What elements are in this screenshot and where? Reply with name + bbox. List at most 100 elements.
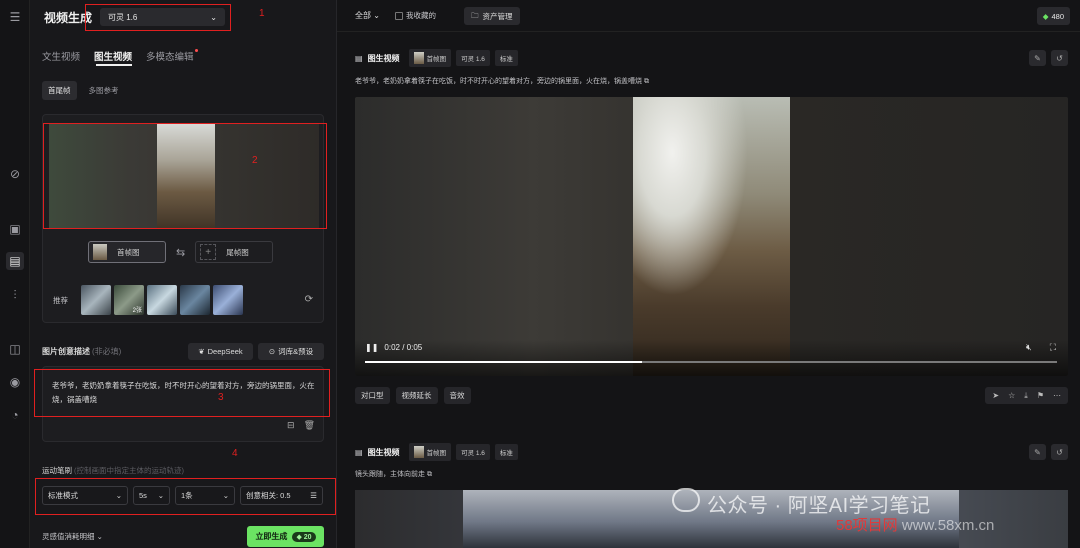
optional-hint: (非必填) xyxy=(92,347,122,356)
prompt-tools: ⊟ 🗑 xyxy=(287,420,315,431)
first-frame-thumbnail xyxy=(93,244,107,260)
points-detail-link[interactable]: 灵感值消耗明细 ⌄ xyxy=(42,531,103,542)
extend-video-button[interactable]: 视频延长 xyxy=(395,387,438,404)
chevron-down-icon: ⌄ xyxy=(96,532,103,541)
video-controls xyxy=(355,340,1068,376)
tag-quality: 标准 xyxy=(494,444,518,460)
card-title: 图生视频 xyxy=(367,53,400,63)
progress-bar[interactable] xyxy=(365,361,1057,363)
generation-panel: 视频生成 可灵 1.6 ⌄ 文生视频 图生视频 多模态编辑 首尾帧 多图参考 首… xyxy=(30,0,337,548)
deepseek-button[interactable]: ❦ DeepSeek xyxy=(188,343,253,360)
eye-icon[interactable]: ◉ xyxy=(6,373,24,391)
recommend-thumbnails: 2张 xyxy=(81,285,243,315)
annotation-box-4 xyxy=(35,478,336,515)
regenerate-icon[interactable]: ↺ xyxy=(1051,50,1068,66)
favorites-label: 我收藏的 xyxy=(406,11,436,20)
lip-sync-button[interactable]: 对口型 xyxy=(355,387,390,404)
cube-icon[interactable]: ◫ xyxy=(6,340,24,358)
recommend-thumb[interactable] xyxy=(180,285,210,315)
checkbox-icon xyxy=(395,11,403,20)
card-description: 镜头跟随，主体向前走 ⧉ xyxy=(355,469,432,479)
sound-effect-button[interactable]: 音效 xyxy=(443,387,471,404)
annotation-box-3 xyxy=(34,369,330,417)
download-icon[interactable]: ⤓ xyxy=(1024,391,1028,401)
more-icon[interactable]: ⋯ xyxy=(1053,391,1061,400)
audio-icon[interactable]: ⫶ xyxy=(6,286,24,304)
left-rail: ☰ ⊘ ▣ ▤ ⫶ ◫ ◉ ◔ xyxy=(0,0,30,548)
annotation-number-3: 3 xyxy=(218,392,224,403)
recommend-label: 推荐 xyxy=(53,296,68,305)
motion-label: 运动笔刷 xyxy=(42,466,72,475)
tag-model: 可灵 1.6 xyxy=(456,50,490,66)
recommend-count: 2张 xyxy=(132,308,142,314)
last-frame-button[interactable]: + 尾帧图 xyxy=(195,241,274,263)
trash-icon[interactable]: 🗑 xyxy=(304,420,315,431)
video-icon: ▤ xyxy=(355,53,363,63)
description-heading: 图片创意描述 (非必填) xyxy=(42,346,121,357)
video-icon[interactable]: ▤ xyxy=(6,252,24,270)
asset-management-button[interactable]: 🗀 资产管理 xyxy=(464,7,520,25)
video-share-tools: ➤ ☆ ⤓ ⚑ ⋯ xyxy=(985,387,1068,404)
annotation-number-1: 1 xyxy=(259,8,265,19)
subtab-multi-image[interactable]: 多图参考 xyxy=(83,81,125,100)
first-frame-label: 首帧图 xyxy=(117,247,140,257)
tab-image-to-video[interactable]: 图生视频 xyxy=(94,49,132,63)
asset-management-label: 资产管理 xyxy=(482,11,513,21)
first-frame-button[interactable]: 首帧图 xyxy=(88,241,166,263)
tag-label: 首帧图 xyxy=(426,56,447,63)
points-detail-label: 灵感值消耗明细 xyxy=(42,532,95,541)
copy-icon[interactable]: ⧉ xyxy=(644,78,649,85)
motion-hint: (控制画面中指定主体的运动轨迹) xyxy=(74,466,184,475)
generate-button[interactable]: 立即生成 ◆ 20 xyxy=(247,526,324,547)
link-icon[interactable]: ⊘ xyxy=(6,165,24,183)
video-player[interactable]: ❚❚ 0:02 / 0:05 🔇︎ ⛶ xyxy=(355,97,1068,376)
annotation-box-1 xyxy=(85,4,231,31)
subtab-first-last-frame[interactable]: 首尾帧 xyxy=(42,81,77,100)
tab-multimodal-edit[interactable]: 多模态编辑 xyxy=(146,49,198,63)
card-tools: ✎ ↺ xyxy=(1029,50,1068,66)
card-description-text: 镜头跟随，主体向前走 xyxy=(355,471,425,478)
tag-first-frame: 首帧图 xyxy=(408,443,452,461)
fullscreen-icon[interactable]: ⛶ xyxy=(1050,342,1056,353)
filter-dropdown[interactable]: 全部 ⌄ xyxy=(355,10,380,21)
video-right-controls: 🔇︎ ⛶ xyxy=(1026,342,1056,353)
tab-multimodal-label: 多模态编辑 xyxy=(146,52,194,63)
card-tools: ✎ ↺ xyxy=(1029,444,1068,460)
recommend-thumb[interactable] xyxy=(213,285,243,315)
recommend-thumb[interactable]: 2张 xyxy=(114,285,144,315)
edit-icon[interactable]: ✎ xyxy=(1029,444,1046,460)
refresh-icon[interactable]: ⟳ xyxy=(305,294,313,305)
video-icon: ▤ xyxy=(355,447,363,457)
flag-icon[interactable]: ⚑ xyxy=(1037,391,1044,400)
tag-thumbnail xyxy=(413,52,424,64)
history-icon[interactable]: ◔ xyxy=(6,406,24,424)
new-dot xyxy=(194,49,198,52)
favorites-checkbox[interactable]: 我收藏的 xyxy=(395,10,436,21)
pause-icon[interactable]: ❚❚ xyxy=(365,343,378,352)
recommend-thumb[interactable] xyxy=(147,285,177,315)
points-value: 480 xyxy=(1051,11,1064,21)
playback-time: ❚❚ 0:02 / 0:05 xyxy=(365,343,422,352)
card-header: ▤ 图生视频 首帧图 可灵 1.6 标准 xyxy=(355,443,518,461)
swap-icon[interactable]: ⇆ xyxy=(176,246,185,259)
card-header: ▤ 图生视频 首帧图 可灵 1.6 标准 xyxy=(355,49,518,67)
progress-fill xyxy=(365,361,642,363)
tab-text-to-video[interactable]: 文生视频 xyxy=(42,49,80,63)
send-icon[interactable]: ➤ xyxy=(992,391,999,400)
regenerate-icon[interactable]: ↺ xyxy=(1051,444,1068,460)
edit-icon[interactable]: ✎ xyxy=(1029,50,1046,66)
recommend-thumb[interactable] xyxy=(81,285,111,315)
points-balance[interactable]: ◆ 480 xyxy=(1036,7,1070,25)
menu-icon[interactable]: ☰ xyxy=(6,8,24,26)
copy-icon[interactable]: ⧉ xyxy=(427,471,432,478)
motion-brush-heading: 运动笔刷 (控制画面中指定主体的运动轨迹) xyxy=(42,465,184,476)
generate-cost-value: 20 xyxy=(303,533,312,541)
mute-icon[interactable]: 🔇︎ xyxy=(1026,342,1032,353)
image-icon[interactable]: ▣ xyxy=(6,220,24,238)
tag-label: 首帧图 xyxy=(426,450,447,457)
watermark-site: 58项目网 www.58xm.cn xyxy=(836,514,994,535)
save-icon[interactable]: ⊟ xyxy=(287,420,295,431)
star-icon[interactable]: ☆ xyxy=(1008,391,1015,400)
library-button[interactable]: ⊙ 词库&预设 xyxy=(258,343,324,360)
annotation-number-2: 2 xyxy=(252,155,258,166)
